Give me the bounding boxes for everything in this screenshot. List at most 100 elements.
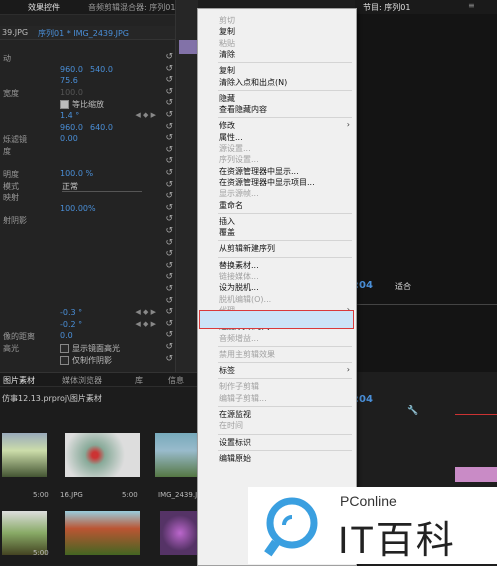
reset-icon[interactable]: ↺ (165, 122, 173, 132)
checkbox[interactable] (60, 344, 69, 353)
menu-item[interactable]: 修改 (219, 120, 235, 131)
tab-info[interactable]: 信息 (168, 375, 184, 386)
menu-item[interactable]: 在源监视 (219, 409, 251, 420)
property-value[interactable]: 100.0 % (60, 169, 93, 178)
thumbnail-16-jpg[interactable] (65, 433, 140, 477)
reset-icon[interactable]: ↺ (165, 145, 173, 155)
property-value[interactable]: 0.00 (60, 134, 78, 143)
menu-item[interactable]: 设置标识 (219, 437, 251, 448)
menu-item[interactable]: 在资源管理器中显示项目... (219, 177, 315, 188)
reset-icon[interactable]: ↺ (165, 238, 173, 248)
property-value[interactable]: 75.6 (60, 76, 78, 85)
property-value[interactable]: 1.4 ° (60, 111, 79, 120)
property-value[interactable]: 960.0 (60, 123, 83, 132)
reset-icon[interactable]: ↺ (165, 342, 173, 352)
reset-icon[interactable]: ↺ (165, 296, 173, 306)
property-value[interactable]: 960.0 (60, 65, 83, 74)
reset-icon[interactable]: ↺ (165, 226, 173, 236)
wrench-icon[interactable]: 🔧 (407, 406, 418, 416)
menu-item[interactable]: 清除 (219, 49, 235, 60)
property-value[interactable]: 0.0 (60, 331, 73, 340)
property-value[interactable]: -0.2 ° (60, 320, 82, 329)
tab-library[interactable]: 库 (135, 375, 143, 386)
sequence-clip-name[interactable]: 序列01 * IMG_2439.JPG (38, 28, 129, 39)
timeline-clip[interactable] (455, 467, 497, 482)
menu-item[interactable]: 清除入点和出点(N) (219, 77, 287, 88)
menu-item[interactable]: 属性... (219, 132, 243, 143)
menu-item[interactable]: 复制 (219, 65, 235, 76)
reset-icon[interactable]: ↺ (165, 203, 173, 213)
property-value-2[interactable]: 640.0 (90, 123, 113, 132)
property-value-2[interactable]: 540.0 (90, 65, 113, 74)
menu-item[interactable]: 从剪辑新建序列 (219, 243, 275, 254)
panel-menu-icon[interactable]: ≡ (468, 1, 475, 10)
thumbnail-4[interactable] (65, 511, 140, 555)
menu-item[interactable]: 复制 (219, 26, 235, 37)
reset-icon[interactable]: ↺ (165, 354, 173, 364)
reset-icon[interactable]: ↺ (165, 284, 173, 294)
thumbnail-5[interactable] (160, 511, 200, 555)
menu-item[interactable]: 重命名 (219, 200, 243, 211)
menu-separator (218, 256, 352, 258)
source-clip-name[interactable]: 39.JPG (2, 28, 28, 37)
property-value[interactable]: -0.3 ° (60, 308, 82, 317)
menu-item[interactable]: 插入 (219, 216, 235, 227)
reset-icon[interactable]: ↺ (165, 64, 173, 74)
pconline-logo-icon (264, 497, 318, 557)
time-ruler[interactable] (355, 304, 497, 305)
menu-item: 粘贴 (219, 38, 235, 48)
timeline-timecode: :04 (355, 394, 373, 405)
thumbnail-img-2439[interactable] (155, 433, 200, 477)
menu-item[interactable]: 编辑原始 (219, 453, 251, 464)
reset-icon[interactable]: ↺ (165, 214, 173, 224)
blend-mode-select[interactable]: 正常 (62, 181, 142, 192)
tab-effect-controls[interactable]: 效果控件 (28, 2, 60, 13)
reset-icon[interactable]: ↺ (165, 319, 173, 329)
fit-dropdown[interactable]: 适合 (395, 281, 411, 292)
reset-icon[interactable]: ↺ (165, 110, 173, 120)
reset-icon[interactable]: ↺ (165, 180, 173, 190)
mini-timeline[interactable] (175, 0, 198, 372)
tab-project-images[interactable]: 图片素材 (3, 375, 35, 386)
keyframe-nav-icon[interactable]: ◀ ◆ ▶ (135, 320, 156, 328)
tab-media-browser[interactable]: 媒体浏览器 (62, 375, 102, 386)
reset-icon[interactable]: ↺ (165, 156, 173, 166)
menu-item: 显示源帧... (219, 189, 259, 199)
panel-tab-bar: 效果控件 音频剪辑混合器: 序列01 (0, 0, 175, 15)
clip-bar[interactable] (179, 40, 197, 54)
menu-item[interactable]: 隐藏 (219, 93, 235, 104)
reset-icon[interactable]: ↺ (165, 87, 173, 97)
keyframe-nav-icon[interactable]: ◀ ◆ ▶ (135, 308, 156, 316)
menu-item[interactable]: 在资源管理器中显示... (219, 166, 299, 177)
menu-separator (218, 406, 352, 407)
property-value[interactable]: 100.0 (60, 88, 83, 97)
tab-audio-mixer[interactable]: 音频剪辑混合器: 序列01 (88, 2, 175, 13)
reset-icon[interactable]: ↺ (165, 330, 173, 340)
reset-icon[interactable]: ↺ (165, 133, 173, 143)
reset-icon[interactable]: ↺ (165, 307, 173, 317)
menu-item[interactable]: 覆盖 (219, 227, 235, 238)
checkbox-label: 显示镜面高光 (72, 344, 120, 353)
checkbox[interactable] (60, 100, 69, 110)
reset-icon[interactable]: ↺ (165, 272, 173, 282)
menu-item[interactable]: 替换素材... (219, 260, 259, 271)
reset-icon[interactable]: ↺ (165, 98, 173, 108)
tab-program[interactable]: 节目: 序列01 (363, 2, 410, 13)
reset-icon[interactable]: ↺ (165, 191, 173, 201)
reset-icon[interactable]: ↺ (165, 261, 173, 271)
property-label: 度 (3, 146, 11, 156)
checkbox[interactable] (60, 355, 69, 365)
program-controls-row: :04 适合 (355, 280, 497, 292)
reset-icon[interactable]: ↺ (165, 168, 173, 178)
keyframe-nav-icon[interactable]: ◀ ◆ ▶ (135, 111, 156, 119)
thumbnail-1[interactable] (2, 433, 47, 477)
reset-icon[interactable]: ↺ (165, 249, 173, 259)
menu-item: 序列设置... (219, 155, 259, 165)
chevron-right-icon: › (346, 365, 350, 375)
menu-item[interactable]: 设为脱机... (219, 282, 259, 293)
reset-icon[interactable]: ↺ (165, 52, 173, 62)
menu-item[interactable]: 查看隐藏内容 (219, 104, 267, 115)
menu-item[interactable]: 标签 (219, 365, 235, 376)
property-value[interactable]: 100.00% (60, 204, 96, 213)
reset-icon[interactable]: ↺ (165, 75, 173, 85)
